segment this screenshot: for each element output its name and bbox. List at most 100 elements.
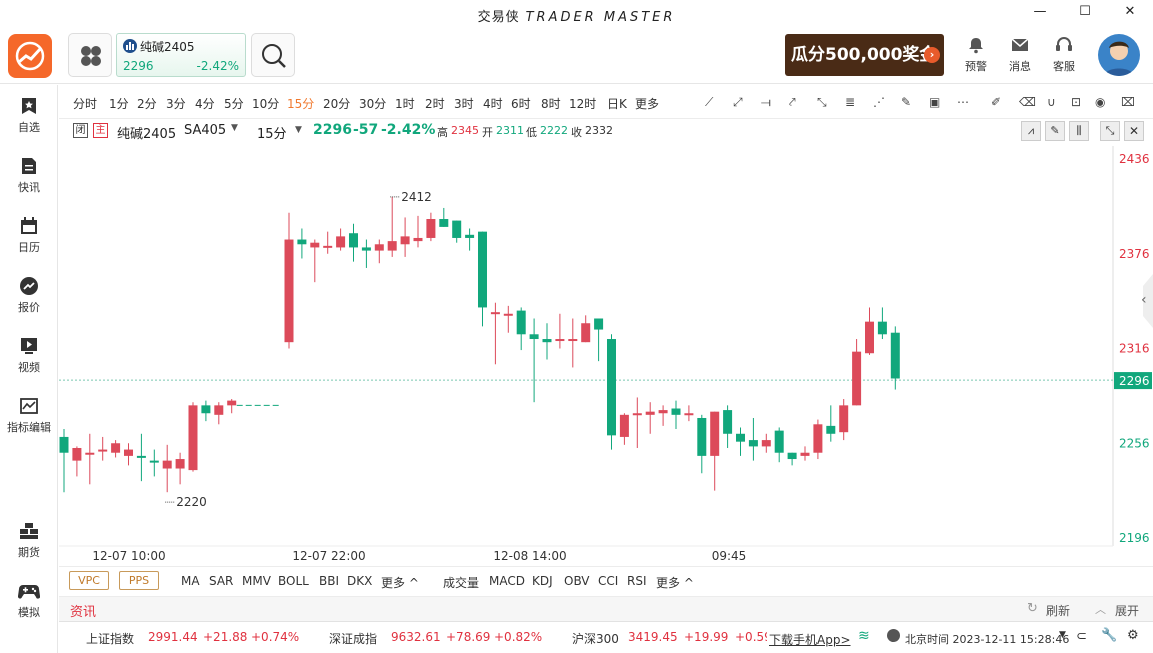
download-app-link[interactable]: 下载手机App> <box>769 631 851 648</box>
image-tool-icon[interactable]: ▣ <box>929 95 945 111</box>
main-indicator[interactable]: BBI <box>319 574 339 588</box>
period-11[interactable]: 2时 <box>425 95 445 112</box>
pps-button[interactable]: PPS <box>119 571 159 590</box>
fibonacci-tool-icon[interactable]: ≣ <box>845 95 861 111</box>
close-chart-icon[interactable]: ✕ <box>1124 121 1144 141</box>
lock-icon[interactable]: ⊡ <box>1071 95 1087 111</box>
sidebar-item-simulate[interactable]: 模拟 <box>0 582 58 620</box>
kline-svg[interactable]: 2436 2376 2316 2256 2196 2296 12-07 10:00 12-07… <box>59 146 1153 564</box>
chevron-down-icon[interactable]: ▼ <box>295 125 302 135</box>
main-indicator[interactable]: SAR <box>209 574 233 588</box>
period-7[interactable]: 15分 <box>287 95 314 112</box>
service-button[interactable]: 客服 <box>1044 36 1084 74</box>
refresh-icon[interactable]: ↻ <box>1027 601 1038 616</box>
expand-icon[interactable]: ︿ <box>1095 601 1106 617</box>
sidebar-item-watchlist[interactable]: 自选 <box>0 97 58 135</box>
pencil-icon[interactable]: ✎ <box>1045 121 1065 141</box>
candle-style-icon[interactable]: ⫼ <box>1069 121 1089 141</box>
symbol-name[interactable]: 纯碱2405 <box>117 123 176 142</box>
index-name[interactable]: 深证成指 <box>329 630 377 647</box>
main-indicator[interactable]: 更多 ^ <box>381 574 419 591</box>
period-selector[interactable]: 15分 <box>257 123 287 142</box>
index-pct: +0.82% <box>494 630 543 644</box>
alert-button[interactable]: 预警 <box>956 36 996 74</box>
segment-tool-icon[interactable]: ⤤ <box>789 95 805 111</box>
sidebar-item-futures[interactable]: 期货 <box>0 522 58 560</box>
sidebar-item-flash[interactable]: 快讯 <box>0 157 58 195</box>
period-0[interactable]: 分时 <box>73 95 97 112</box>
more-tools-icon[interactable]: ⋯ <box>957 95 973 111</box>
candle-body <box>201 405 211 414</box>
sidebar-item-quotes[interactable]: 报价 <box>0 277 58 315</box>
period-5[interactable]: 5分 <box>224 95 244 112</box>
period-12[interactable]: 3时 <box>454 95 474 112</box>
ray-line-tool-icon[interactable]: ⤢ <box>733 95 749 111</box>
period-3[interactable]: 3分 <box>166 95 186 112</box>
magnet-icon[interactable]: ∪ <box>1047 95 1063 111</box>
period-15[interactable]: 8时 <box>541 95 561 112</box>
vpc-button[interactable]: VPC <box>69 571 109 590</box>
main-indicator[interactable]: DKX <box>347 574 372 588</box>
wifi-icon: ≋ <box>858 628 870 644</box>
refresh-button[interactable]: 刷新 <box>1046 602 1070 619</box>
period-16[interactable]: 12时 <box>569 95 596 112</box>
period-9[interactable]: 30分 <box>359 95 386 112</box>
main-indicator[interactable]: MMV <box>242 574 271 588</box>
indicator-icon[interactable]: ⩘ <box>1021 121 1041 141</box>
sub-indicator[interactable]: RSI <box>627 574 647 588</box>
trash-icon[interactable]: ⌧ <box>1121 95 1137 111</box>
main-indicator[interactable]: MA <box>181 574 200 588</box>
sidebar-item-indicator-edit[interactable]: 指标编辑 <box>0 397 58 435</box>
collapse-icon[interactable]: ⤡ <box>1100 121 1120 141</box>
main-indicator[interactable]: BOLL <box>278 574 309 588</box>
period-18[interactable]: 更多 <box>635 95 659 112</box>
close-icon[interactable]: ✕ <box>1120 4 1140 22</box>
close-value: 2332 <box>585 124 613 137</box>
kline-chart[interactable]: 2436 2376 2316 2256 2196 2296 12-07 10:00 12-07… <box>59 146 1153 564</box>
period-2[interactable]: 2分 <box>137 95 157 112</box>
avatar[interactable] <box>1098 34 1140 76</box>
chevron-down-icon[interactable]: ▼ <box>1059 630 1066 640</box>
symbol-code[interactable]: SA405 <box>184 123 226 138</box>
horizontal-line-tool-icon[interactable]: ⟞ <box>761 95 777 111</box>
chevron-down-icon[interactable]: ▼ <box>231 123 238 133</box>
message-button[interactable]: 消息 <box>1000 36 1040 74</box>
period-10[interactable]: 1时 <box>395 95 415 112</box>
settings-icon[interactable]: ⚙ <box>1127 628 1139 643</box>
sub-indicator[interactable]: 更多 ^ <box>656 574 694 591</box>
index-name[interactable]: 沪深300 <box>572 630 619 647</box>
edit-icon[interactable]: ✐ <box>991 95 1007 111</box>
expand-button[interactable]: 展开 <box>1115 602 1139 619</box>
sub-indicator[interactable]: CCI <box>598 574 618 588</box>
period-17[interactable]: 日K <box>607 95 627 112</box>
sub-indicator[interactable]: KDJ <box>532 574 553 588</box>
fan-tool-icon[interactable]: ⋰ <box>873 95 889 111</box>
period-6[interactable]: 10分 <box>252 95 279 112</box>
eye-icon[interactable]: ◉ <box>1095 95 1111 111</box>
apps-icon[interactable] <box>68 33 112 77</box>
sub-indicator[interactable]: 成交量 <box>443 574 479 591</box>
parallel-line-tool-icon[interactable]: ⤡ <box>817 95 833 111</box>
index-name[interactable]: 上证指数 <box>86 630 134 647</box>
attachment-icon[interactable]: ⊂ <box>1076 629 1087 644</box>
sidebar-item-calendar[interactable]: 日历 <box>0 217 58 255</box>
quote-card[interactable]: 纯碱2405 2296 -2.42% <box>116 33 246 77</box>
period-13[interactable]: 4时 <box>483 95 503 112</box>
news-title[interactable]: 资讯 <box>70 601 96 620</box>
maximize-icon[interactable]: ☐ <box>1075 4 1095 22</box>
sidebar-item-video[interactable]: 视频 <box>0 337 58 375</box>
promo-banner[interactable]: 瓜分500,000奖金 › <box>785 34 944 76</box>
index-price: 2991.44 <box>148 630 198 644</box>
period-8[interactable]: 20分 <box>323 95 350 112</box>
eraser-icon[interactable]: ⌫ <box>1019 95 1036 111</box>
sub-indicator[interactable]: MACD <box>489 574 525 588</box>
period-1[interactable]: 1分 <box>109 95 129 112</box>
period-4[interactable]: 4分 <box>195 95 215 112</box>
sub-indicator[interactable]: OBV <box>564 574 590 588</box>
search-icon[interactable] <box>251 33 295 77</box>
brush-tool-icon[interactable]: ✎ <box>901 95 917 111</box>
wrench-icon[interactable]: 🔧 <box>1101 628 1117 643</box>
trend-line-tool-icon[interactable]: ⟋ <box>705 95 721 111</box>
period-14[interactable]: 6时 <box>511 95 531 112</box>
minimize-icon[interactable]: — <box>1030 4 1050 22</box>
